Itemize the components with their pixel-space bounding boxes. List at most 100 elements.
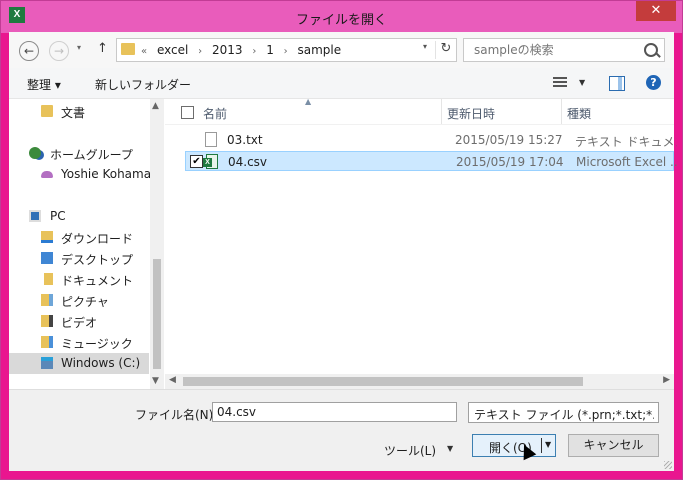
- select-all-checkbox[interactable]: [181, 106, 194, 119]
- nav-item-label: Yoshie Kohama: [61, 167, 152, 181]
- file-date: 2015/05/19 15:27: [455, 133, 563, 147]
- nav-item-pc[interactable]: PC: [9, 206, 149, 227]
- help-icon[interactable]: ?: [646, 75, 661, 90]
- filename-input[interactable]: [212, 402, 457, 422]
- nav-item-homegroup[interactable]: ホームグループ: [9, 143, 149, 164]
- nav-item-label: ホームグループ: [50, 148, 133, 162]
- command-bar: 整理 ▾ 新しいフォルダー ▼ ?: [9, 68, 674, 99]
- text-file-icon: [205, 132, 217, 147]
- new-folder-button[interactable]: 新しいフォルダー: [95, 76, 191, 93]
- open-button[interactable]: 開く(O) ▼: [472, 434, 556, 457]
- nav-item-label: ダウンロード: [61, 232, 134, 246]
- sort-ascending-icon: ▲: [305, 97, 312, 106]
- column-divider[interactable]: [441, 99, 442, 124]
- address-bar[interactable]: « excel › 2013 › 1 › sample ▾ ↻: [116, 38, 457, 62]
- search-input[interactable]: [464, 39, 644, 61]
- excel-csv-icon: [203, 154, 218, 169]
- resize-grip-icon[interactable]: [664, 461, 672, 469]
- nav-item-desktop[interactable]: デスクトップ: [9, 248, 149, 269]
- nav-item-documents-library[interactable]: ドキュメント: [9, 269, 149, 290]
- file-date: 2015/05/19 17:04: [456, 155, 564, 169]
- nav-item-label: 文書: [61, 106, 86, 120]
- file-type: Microsoft Excel ...: [576, 155, 678, 169]
- scrollbar-thumb[interactable]: [183, 377, 583, 386]
- dialog-title: ファイルを開く: [295, 13, 387, 28]
- chevron-right-icon[interactable]: ›: [252, 46, 256, 57]
- view-dropdown-icon[interactable]: ▼: [579, 78, 585, 87]
- close-button[interactable]: ✕: [636, 1, 676, 21]
- folder-icon: [121, 43, 135, 55]
- forward-button[interactable]: →: [49, 41, 69, 61]
- back-button[interactable]: ←: [19, 41, 39, 61]
- breadcrumb-item[interactable]: sample: [298, 43, 342, 57]
- tools-dropdown-icon[interactable]: ▼: [447, 444, 453, 453]
- file-type: テキスト ドキュメント: [575, 135, 677, 149]
- nav-item-label: デスクトップ: [61, 253, 134, 267]
- pictures-folder-icon: [41, 294, 53, 306]
- scroll-up-icon[interactable]: ▲: [152, 101, 159, 111]
- nav-item-label: ミュージック: [61, 337, 133, 351]
- breadcrumb-item[interactable]: 1: [266, 43, 274, 57]
- file-type-select[interactable]: テキスト ファイル (*.prn;*.txt;*.csv): [468, 402, 659, 423]
- desktop-folder-icon: [41, 252, 53, 264]
- open-dropdown-icon[interactable]: ▼: [545, 440, 551, 449]
- navigation-pane: 文書 ホームグループ Yoshie Kohama PC ダウンロード デスクトッ…: [9, 99, 164, 389]
- file-type-value: テキスト ファイル (*.prn;*.txt;*.csv): [474, 408, 654, 422]
- nav-item-videos[interactable]: ビデオ: [9, 311, 149, 332]
- videos-folder-icon: [41, 315, 53, 327]
- file-name: 03.txt: [227, 133, 263, 147]
- nav-item-label: PC: [50, 209, 66, 223]
- chevron-right-icon[interactable]: ›: [284, 46, 288, 57]
- column-headers: ▲ 名前 更新日時 種類: [165, 97, 674, 125]
- nav-item-windows-drive[interactable]: Windows (C:): [9, 353, 149, 374]
- scroll-down-icon[interactable]: ▼: [152, 376, 159, 386]
- file-list: ▲ 名前 更新日時 種類 03.txt 2015/05/19 15:27 テキス…: [165, 97, 678, 389]
- nav-item-music[interactable]: ミュージック: [9, 332, 149, 353]
- column-header-type[interactable]: 種類: [567, 105, 591, 122]
- preview-pane-icon[interactable]: [609, 76, 625, 91]
- file-row[interactable]: 03.txt 2015/05/19 15:27 テキスト ドキュメント: [185, 130, 677, 150]
- horizontal-scrollbar[interactable]: ◀ ▶: [165, 374, 674, 389]
- nav-item-downloads[interactable]: ダウンロード: [9, 227, 149, 248]
- view-list-icon[interactable]: [553, 77, 567, 89]
- refresh-button[interactable]: ↻: [435, 41, 456, 59]
- nav-item-label: ドキュメント: [61, 274, 134, 288]
- history-dropdown-icon[interactable]: ▾: [77, 43, 81, 52]
- scrollbar-thumb[interactable]: [153, 259, 161, 369]
- cancel-button[interactable]: キャンセル: [568, 434, 659, 457]
- pc-icon: [29, 210, 41, 222]
- nav-item-documents[interactable]: 文書: [9, 101, 149, 122]
- column-divider[interactable]: [561, 99, 562, 124]
- breadcrumb-item[interactable]: excel: [157, 43, 188, 57]
- nav-item-label: Windows (C:): [61, 356, 141, 370]
- homegroup-icon: [29, 147, 41, 159]
- breadcrumb-overflow[interactable]: «: [141, 46, 147, 57]
- open-file-dialog: X ファイルを開く ✕ ← → ▾ ↑ « excel › 2013 › 1 ›…: [0, 0, 683, 480]
- nav-item-label: ピクチャ: [61, 295, 109, 309]
- column-header-name[interactable]: 名前: [203, 105, 227, 122]
- split-divider: [541, 438, 542, 453]
- search-icon[interactable]: [644, 43, 658, 57]
- file-row-selected[interactable]: ✔ 04.csv 2015/05/19 17:04 Microsoft Exce…: [185, 151, 678, 171]
- dialog-footer: ファイル名(N): テキスト ファイル (*.prn;*.txt;*.csv) …: [9, 389, 674, 471]
- address-dropdown-icon[interactable]: ▾: [417, 42, 433, 51]
- scroll-right-icon[interactable]: ▶: [663, 375, 670, 385]
- drive-icon: [41, 357, 53, 369]
- column-header-date[interactable]: 更新日時: [447, 105, 495, 122]
- scroll-left-icon[interactable]: ◀: [169, 375, 176, 385]
- chevron-right-icon[interactable]: ›: [198, 46, 202, 57]
- nav-item-label: ビデオ: [61, 316, 98, 330]
- dialog-body: ← → ▾ ↑ « excel › 2013 › 1 › sample ▾ ↻: [9, 32, 678, 471]
- nav-item-user[interactable]: Yoshie Kohama: [9, 164, 152, 185]
- address-row: ← → ▾ ↑ « excel › 2013 › 1 › sample ▾ ↻: [9, 32, 674, 68]
- search-box[interactable]: [463, 38, 665, 62]
- up-button[interactable]: ↑: [97, 41, 108, 56]
- row-checkbox[interactable]: ✔: [190, 155, 203, 168]
- tools-button[interactable]: ツール(L): [384, 442, 436, 459]
- organize-button[interactable]: 整理 ▾: [27, 76, 61, 93]
- breadcrumb-item[interactable]: 2013: [212, 43, 243, 57]
- nav-item-pictures[interactable]: ピクチャ: [9, 290, 149, 311]
- nav-scrollbar[interactable]: ▲ ▼: [150, 99, 164, 389]
- title-bar[interactable]: X ファイルを開く ✕: [1, 1, 682, 33]
- file-name: 04.csv: [228, 155, 268, 169]
